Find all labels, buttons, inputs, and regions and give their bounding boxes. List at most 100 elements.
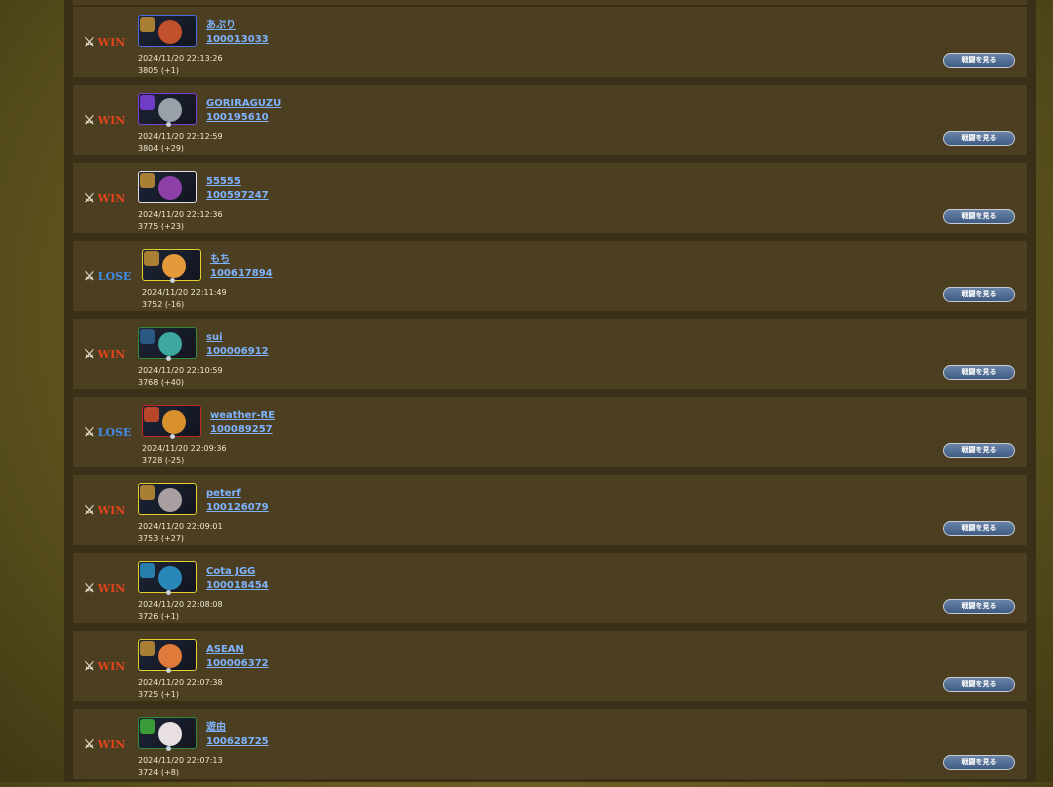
view-battle-button[interactable]: 戦闘を見る xyxy=(943,443,1015,458)
opponent-id-link[interactable]: 100018454 xyxy=(206,579,269,593)
battle-meta: 2024/11/20 22:12:59 3804 (+29) xyxy=(138,131,223,155)
opponent-avatar[interactable] xyxy=(138,561,197,595)
opponent-info: peterf 100126079 xyxy=(206,487,269,515)
view-battle-button[interactable]: 戦闘を見る xyxy=(943,755,1015,770)
opponent-avatar[interactable] xyxy=(138,15,197,47)
opponent-avatar[interactable] xyxy=(138,171,197,203)
battle-result: ⚔ WIN xyxy=(84,503,125,517)
opponent-id-link[interactable]: 100126079 xyxy=(206,501,269,515)
opponent-id-link[interactable]: 100006372 xyxy=(206,657,269,671)
view-battle-button[interactable]: 戦闘を見る xyxy=(943,365,1015,380)
opponent-avatar[interactable] xyxy=(138,639,197,673)
opponent-id-link[interactable]: 100617894 xyxy=(210,267,273,281)
battle-timestamp: 2024/11/20 22:12:36 xyxy=(138,210,223,219)
character-portrait xyxy=(158,20,182,44)
opponent-name-link[interactable]: sui xyxy=(206,331,269,345)
rating-change: 3768 (+40) xyxy=(138,378,185,387)
opponent-name-link[interactable]: あぷり xyxy=(206,19,269,33)
opponent-id-link[interactable]: 100195610 xyxy=(206,111,281,125)
battle-row: ⚔ WIN sui 100006912 2024/11/20 22:10:59 376… xyxy=(73,319,1027,389)
view-battle-button[interactable]: 戦闘を見る xyxy=(943,677,1015,692)
result-label: WIN xyxy=(97,191,126,205)
crossed-swords-icon: ⚔ xyxy=(84,191,95,205)
rank-badge-icon xyxy=(140,485,155,500)
battle-meta: 2024/11/20 22:09:36 3728 (-25) xyxy=(142,443,227,467)
crossed-swords-icon: ⚔ xyxy=(84,35,95,49)
battle-row: ⚔ WIN peterf 100126079 2024/11/20 22:09:01… xyxy=(73,475,1027,545)
opponent-name-link[interactable]: もち xyxy=(210,253,273,267)
opponent-info: もち 100617894 xyxy=(210,253,273,281)
opponent-name-link[interactable]: peterf xyxy=(206,487,269,501)
character-portrait xyxy=(162,410,186,434)
opponent-avatar[interactable] xyxy=(138,483,197,515)
character-portrait xyxy=(158,644,182,668)
result-label: LOSE xyxy=(97,269,132,283)
battle-row: ⚔ WIN ASEAN 100006372 2024/11/20 22:07:38 3… xyxy=(73,631,1027,701)
battle-meta: 2024/11/20 22:07:13 3724 (+8) xyxy=(138,755,223,779)
view-battle-button[interactable]: 戦闘を見る xyxy=(943,131,1015,146)
battle-meta: 2024/11/20 22:10:59 3768 (+40) xyxy=(138,365,223,389)
opponent-avatar[interactable] xyxy=(142,405,201,439)
emblem-icon xyxy=(166,668,171,673)
rank-badge-icon xyxy=(140,173,155,188)
opponent-name-link[interactable]: 55555 xyxy=(206,175,269,189)
opponent-name-link[interactable]: Cota JGG xyxy=(206,565,269,579)
opponent-avatar[interactable] xyxy=(138,93,197,127)
opponent-info: ASEAN 100006372 xyxy=(206,643,269,671)
result-label: WIN xyxy=(97,737,126,751)
opponent-id-link[interactable]: 100006912 xyxy=(206,345,269,359)
view-battle-button[interactable]: 戦闘を見る xyxy=(943,53,1015,68)
battle-result: ⚔ WIN xyxy=(84,347,125,361)
rating-change: 3775 (+23) xyxy=(138,222,185,231)
emblem-icon xyxy=(166,122,171,127)
rating-change: 3728 (-25) xyxy=(142,456,185,465)
emblem-icon xyxy=(166,590,171,595)
opponent-avatar[interactable] xyxy=(138,327,197,361)
opponent-name-link[interactable]: 遊由 xyxy=(206,721,269,735)
character-portrait xyxy=(162,254,186,278)
rating-change: 3724 (+8) xyxy=(138,768,179,777)
rating-change: 3752 (-16) xyxy=(142,300,185,309)
battle-result: ⚔ WIN xyxy=(84,659,125,673)
battle-row: ⚔ WIN 遊由 100628725 2024/11/20 22:07:13 3724… xyxy=(73,709,1027,779)
battle-timestamp: 2024/11/20 22:07:13 xyxy=(138,756,223,765)
view-battle-button[interactable]: 戦闘を見る xyxy=(943,599,1015,614)
emblem-icon xyxy=(166,746,171,751)
opponent-info: 遊由 100628725 xyxy=(206,721,269,749)
character-portrait xyxy=(158,488,182,512)
battle-meta: 2024/11/20 22:09:01 3753 (+27) xyxy=(138,521,223,545)
battle-meta: 2024/11/20 22:07:38 3725 (+1) xyxy=(138,677,223,701)
rank-badge-icon xyxy=(140,719,155,734)
battle-result: ⚔ WIN xyxy=(84,737,125,751)
result-label: LOSE xyxy=(97,425,132,439)
opponent-name-link[interactable]: ASEAN xyxy=(206,643,269,657)
view-battle-button[interactable]: 戦闘を見る xyxy=(943,287,1015,302)
view-battle-button[interactable]: 戦闘を見る xyxy=(943,209,1015,224)
crossed-swords-icon: ⚔ xyxy=(84,269,95,283)
crossed-swords-icon: ⚔ xyxy=(84,113,95,127)
battle-meta: 2024/11/20 22:11:49 3752 (-16) xyxy=(142,287,227,311)
battle-list: ⚔ WIN あぷり 100013033 2024/11/20 22:13:26 380… xyxy=(73,7,1027,787)
previous-row-edge xyxy=(73,0,1027,5)
battle-result: ⚔ LOSE xyxy=(84,269,131,283)
opponent-info: sui 100006912 xyxy=(206,331,269,359)
opponent-avatar[interactable] xyxy=(142,249,201,283)
emblem-icon xyxy=(166,356,171,361)
rank-badge-icon xyxy=(140,329,155,344)
character-portrait xyxy=(158,176,182,200)
opponent-id-link[interactable]: 100628725 xyxy=(206,735,269,749)
opponent-id-link[interactable]: 100013033 xyxy=(206,33,269,47)
battle-timestamp: 2024/11/20 22:09:36 xyxy=(142,444,227,453)
battle-timestamp: 2024/11/20 22:11:49 xyxy=(142,288,227,297)
opponent-avatar[interactable] xyxy=(138,717,197,751)
battle-meta: 2024/11/20 22:08:08 3726 (+1) xyxy=(138,599,223,623)
opponent-id-link[interactable]: 100597247 xyxy=(206,189,269,203)
battle-timestamp: 2024/11/20 22:08:08 xyxy=(138,600,223,609)
result-label: WIN xyxy=(97,581,126,595)
battle-row: ⚔ WIN あぷり 100013033 2024/11/20 22:13:26 380… xyxy=(73,7,1027,77)
battle-meta: 2024/11/20 22:12:36 3775 (+23) xyxy=(138,209,223,233)
opponent-name-link[interactable]: GORIRAGUZU xyxy=(206,97,281,111)
opponent-name-link[interactable]: weather-RE xyxy=(210,409,275,423)
view-battle-button[interactable]: 戦闘を見る xyxy=(943,521,1015,536)
opponent-id-link[interactable]: 100089257 xyxy=(210,423,275,437)
